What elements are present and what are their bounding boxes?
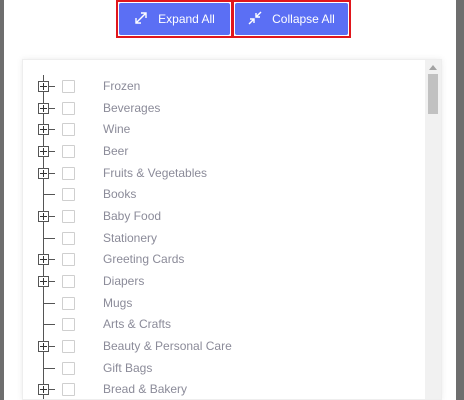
tree-node[interactable]: Greeting Cards bbox=[23, 248, 423, 271]
tree-node-checkbox[interactable] bbox=[62, 340, 75, 354]
tree-node[interactable]: Bread & Bakery bbox=[23, 378, 423, 399]
expand-node-plus-icon[interactable] bbox=[38, 276, 49, 288]
tree-node-checkbox[interactable] bbox=[62, 231, 75, 245]
modal-dialog: Expand All Collapse All Frozen Beverages W… bbox=[4, 0, 456, 400]
tree-node-checkbox[interactable] bbox=[62, 101, 75, 115]
tree-node-label[interactable]: Stationery bbox=[103, 231, 157, 245]
tree-node-checkbox[interactable] bbox=[62, 383, 75, 397]
expand-all-button[interactable]: Expand All bbox=[119, 3, 230, 35]
vertical-scrollbar[interactable] bbox=[425, 60, 441, 399]
collapse-all-highlight: Collapse All bbox=[232, 0, 351, 38]
tree-node-label[interactable]: Greeting Cards bbox=[103, 252, 184, 266]
tree-branch-line bbox=[43, 324, 55, 326]
collapse-icon bbox=[248, 11, 262, 28]
scroll-up-arrow-icon[interactable] bbox=[429, 65, 437, 70]
tree-node[interactable]: Beverages bbox=[23, 96, 423, 119]
tree-node[interactable]: Books bbox=[23, 183, 423, 206]
tree-branch-line bbox=[43, 237, 55, 239]
expand-node-plus-icon[interactable] bbox=[38, 210, 49, 222]
tree-node[interactable]: Gift Bags bbox=[23, 356, 423, 379]
tree-node[interactable]: Arts & Crafts bbox=[23, 313, 423, 336]
expand-node-plus-icon[interactable] bbox=[38, 145, 49, 157]
tree-node-label[interactable]: Fruits & Vegetables bbox=[103, 166, 207, 180]
tree-node-checkbox[interactable] bbox=[62, 275, 75, 289]
expand-node-plus-icon[interactable] bbox=[38, 102, 49, 114]
tree-view: Frozen Beverages Wine Beer Fruits & Vegetabl… bbox=[22, 59, 442, 400]
tree-node-label[interactable]: Beverages bbox=[103, 101, 160, 115]
tree-node[interactable]: Wine bbox=[23, 118, 423, 141]
tree-branch-line bbox=[43, 194, 55, 196]
tree-node-checkbox[interactable] bbox=[62, 188, 75, 202]
tree-node-label[interactable]: Gift Bags bbox=[103, 361, 152, 375]
tree-node[interactable]: Beauty & Personal Care bbox=[23, 335, 423, 357]
tree-node-checkbox[interactable] bbox=[62, 144, 75, 158]
collapse-all-label: Collapse All bbox=[272, 12, 335, 26]
tree-node-label[interactable]: Baby Food bbox=[103, 209, 161, 223]
expand-all-label: Expand All bbox=[158, 12, 215, 26]
tree-node-checkbox[interactable] bbox=[62, 166, 75, 180]
tree-node-checkbox[interactable] bbox=[62, 79, 75, 93]
tree-node-label[interactable]: Wine bbox=[103, 122, 130, 136]
tree-node-checkbox[interactable] bbox=[62, 361, 75, 375]
tree-node-label[interactable]: Books bbox=[103, 187, 136, 201]
tree-node[interactable]: Baby Food bbox=[23, 205, 423, 227]
tree-node-label[interactable]: Mugs bbox=[103, 296, 132, 310]
tree-node-label[interactable]: Arts & Crafts bbox=[103, 317, 171, 331]
tree-node-checkbox[interactable] bbox=[62, 123, 75, 137]
tree-node[interactable]: Fruits & Vegetables bbox=[23, 161, 423, 184]
collapse-all-button[interactable]: Collapse All bbox=[235, 3, 348, 35]
tree-node-label[interactable]: Frozen bbox=[103, 79, 140, 93]
tree-branch-line bbox=[43, 367, 55, 369]
tree-list: Frozen Beverages Wine Beer Fruits & Vegetabl… bbox=[23, 75, 423, 399]
tree-node[interactable]: Mugs bbox=[23, 291, 423, 314]
tree-branch-line bbox=[43, 302, 55, 304]
expand-icon bbox=[134, 11, 148, 28]
tree-node[interactable]: Frozen bbox=[23, 75, 423, 97]
expand-node-plus-icon[interactable] bbox=[38, 384, 49, 396]
tree-node-checkbox[interactable] bbox=[62, 296, 75, 310]
tree-node-checkbox[interactable] bbox=[62, 318, 75, 332]
scroll-thumb[interactable] bbox=[428, 74, 438, 114]
tree-node[interactable]: Stationery bbox=[23, 226, 423, 249]
tree-node[interactable]: Diapers bbox=[23, 270, 423, 292]
expand-node-plus-icon[interactable] bbox=[38, 341, 49, 353]
tree-node-label[interactable]: Diapers bbox=[103, 274, 144, 288]
expand-node-plus-icon[interactable] bbox=[38, 254, 49, 266]
expand-node-plus-icon[interactable] bbox=[38, 124, 49, 136]
tree-node-label[interactable]: Beauty & Personal Care bbox=[103, 339, 232, 353]
tree-node-checkbox[interactable] bbox=[62, 209, 75, 223]
expand-node-plus-icon[interactable] bbox=[38, 80, 49, 92]
expand-all-highlight: Expand All bbox=[116, 0, 233, 38]
tree-node[interactable]: Beer bbox=[23, 140, 423, 162]
tree-node-label[interactable]: Bread & Bakery bbox=[103, 382, 187, 396]
tree-node-checkbox[interactable] bbox=[62, 253, 75, 267]
tree-node-label[interactable]: Beer bbox=[103, 144, 128, 158]
expand-node-plus-icon[interactable] bbox=[38, 167, 49, 179]
